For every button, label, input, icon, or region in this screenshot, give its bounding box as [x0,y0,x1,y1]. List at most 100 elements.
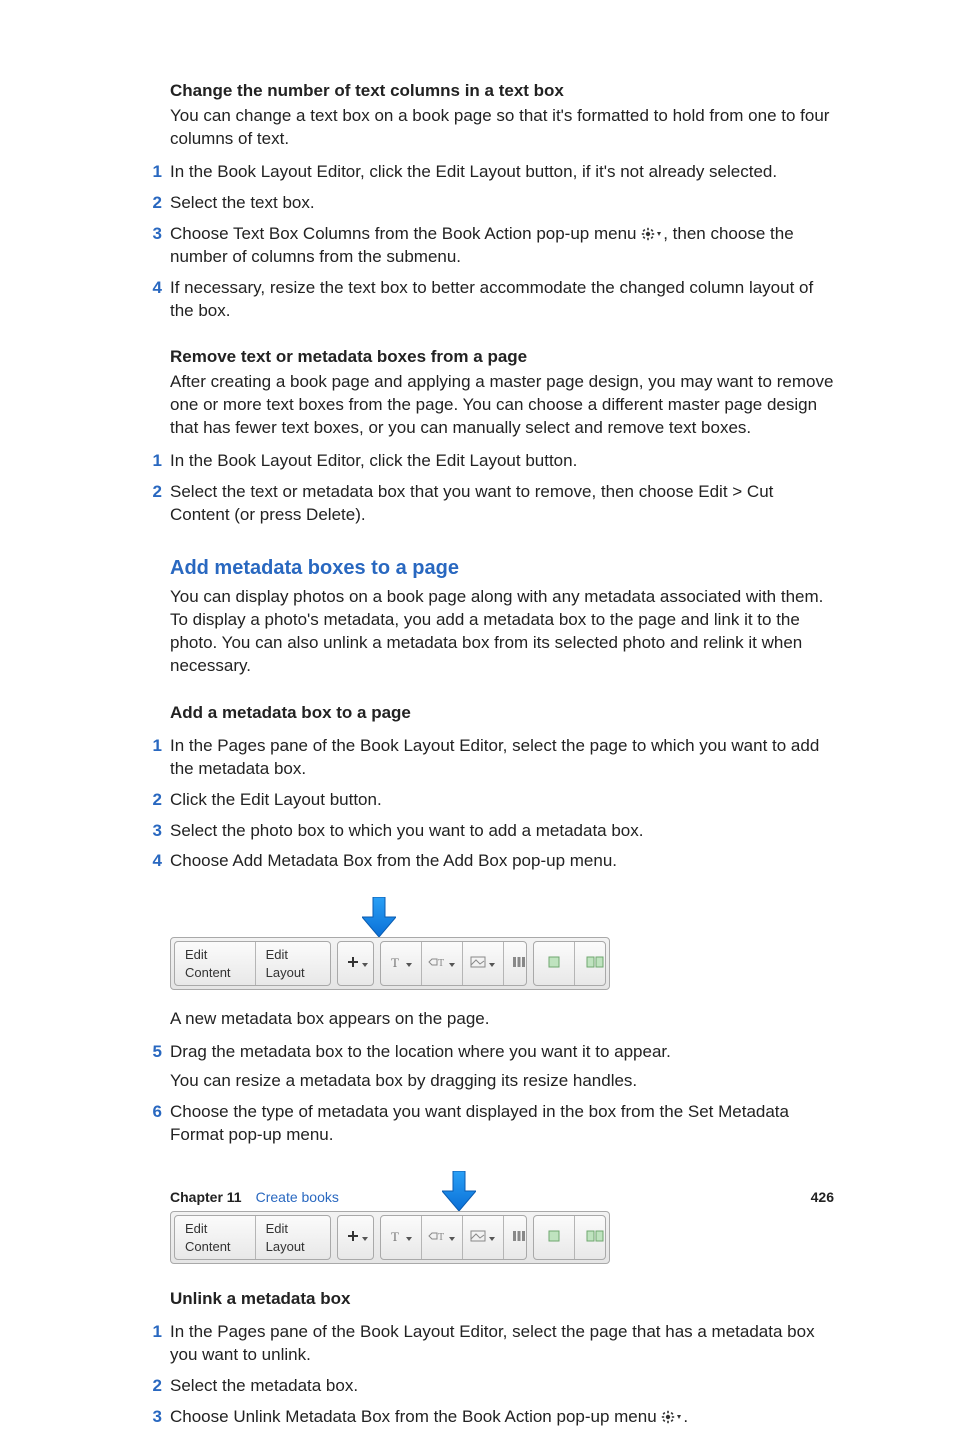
step-text-pre: Choose Unlink Metadata Box from the Book… [170,1407,661,1426]
step-text: Drag the metadata box to the location wh… [170,1042,671,1061]
tag-text-icon: T [428,1229,446,1247]
add-box-button[interactable] [338,1216,374,1259]
text-style-button[interactable]: T [381,942,422,985]
button-label: Edit Layout [266,1220,320,1255]
task1-heading: Change the number of text columns in a t… [170,80,834,103]
style-segment: T T [380,941,528,986]
chevron-down-icon [406,963,412,967]
step-text: Choose Add Metadata Box from the Add Box… [170,851,617,870]
svg-text:T: T [391,1230,399,1242]
spread-page-button[interactable] [575,942,606,985]
task2-intro: After creating a book page and applying … [170,371,834,440]
task4-step: In the Pages pane of the Book Layout Edi… [138,1321,834,1367]
style-segment: T T [380,1215,528,1260]
text-icon: T [389,1229,403,1247]
task4-step: Select the metadata box. [138,1375,834,1398]
spread-icon [586,1229,604,1247]
chevron-down-icon [489,963,495,967]
step-subtext: You can resize a metadata box by draggin… [170,1070,834,1093]
step-text: In the Pages pane of the Book Layout Edi… [170,1322,815,1364]
edit-layout-button[interactable]: Edit Layout [256,942,330,985]
page-footer: Chapter 11 Create books 426 [170,1188,834,1207]
task3-heading: Add a metadata box to a page [170,702,834,725]
mode-segment: Edit Content Edit Layout [174,941,331,986]
columns-icon [512,1229,526,1247]
columns-icon [512,955,526,973]
task1-step: Select the text box. [138,192,834,215]
edit-layout-button[interactable]: Edit Layout [256,1216,330,1259]
svg-text:T: T [438,958,444,968]
page-number: 426 [811,1188,834,1207]
step-text: Select the text box. [170,193,315,212]
step-text: Select the metadata box. [170,1376,358,1395]
add-box-segment [337,941,374,986]
chevron-down-icon [406,1237,412,1241]
toolbar-figure-2: Edit Content Edit Layout T T [170,1171,610,1264]
tag-text-icon: T [428,955,446,973]
task1-step: Choose Text Box Columns from the Book Ac… [138,223,834,269]
task3-step: In the Pages pane of the Book Layout Edi… [138,735,834,781]
callout-arrow-icon [362,897,396,937]
book-action-button[interactable] [504,1216,528,1259]
svg-text:T: T [438,1232,444,1242]
task3-step: Choose Add Metadata Box from the Add Box… [138,850,834,873]
task3-step: Drag the metadata box to the location wh… [138,1041,834,1093]
step-text: Select the photo box to which you want t… [170,821,643,840]
metadata-format-button[interactable]: T [422,942,463,985]
step-text: Select the text or metadata box that you… [170,482,773,524]
single-page-button[interactable] [534,942,575,985]
task2-steps: In the Book Layout Editor, click the Edi… [170,450,834,527]
add-box-button[interactable] [338,942,374,985]
section-heading: Add metadata boxes to a page [170,555,834,582]
task3-step: Click the Edit Layout button. [138,789,834,812]
task3-steps-b: Drag the metadata box to the location wh… [170,1041,834,1147]
task3-steps-a: In the Pages pane of the Book Layout Edi… [170,735,834,874]
editor-toolbar: Edit Content Edit Layout T T [170,1211,610,1264]
step-text: In the Book Layout Editor, click the Edi… [170,451,577,470]
spread-icon [586,955,604,973]
page-segment [533,941,606,986]
section-intro: You can display photos on a book page al… [170,586,834,678]
document-page: Change the number of text columns in a t… [0,0,954,1265]
gear-icon [661,1410,683,1424]
svg-text:T: T [391,956,399,968]
task3-step: Select the photo box to which you want t… [138,820,834,843]
gear-icon [641,227,663,241]
task1-intro: You can change a text box on a book page… [170,105,834,151]
edit-content-button[interactable]: Edit Content [175,1216,256,1259]
text-icon: T [389,955,403,973]
edit-content-button[interactable]: Edit Content [175,942,256,985]
page-icon [547,1229,561,1247]
single-page-button[interactable] [534,1216,575,1259]
photo-filter-button[interactable] [463,1216,504,1259]
task1-step: In the Book Layout Editor, click the Edi… [138,161,834,184]
photo-filter-button[interactable] [463,942,504,985]
chevron-down-icon [449,1237,455,1241]
step-text-post: . [683,1407,688,1426]
editor-toolbar: Edit Content Edit Layout T T [170,937,610,990]
chevron-down-icon [489,1237,495,1241]
button-label: Edit Layout [266,946,320,981]
image-icon [470,1229,486,1247]
page-segment [533,1215,606,1260]
task4-step: Choose Unlink Metadata Box from the Book… [138,1406,834,1429]
image-icon [470,955,486,973]
book-action-button[interactable] [504,942,528,985]
step-text: If necessary, resize the text box to bet… [170,278,813,320]
task3-after-fig: A new metadata box appears on the page. [170,1008,834,1031]
chapter-label: Chapter 11 [170,1188,242,1207]
task1-step: If necessary, resize the text box to bet… [138,277,834,323]
chevron-down-icon [449,963,455,967]
metadata-format-button[interactable]: T [422,1216,463,1259]
task2-step: In the Book Layout Editor, click the Edi… [138,450,834,473]
button-label: Edit Content [185,1220,245,1255]
step-text: Choose the type of metadata you want dis… [170,1102,789,1144]
task3-step: Choose the type of metadata you want dis… [138,1101,834,1147]
text-style-button[interactable]: T [381,1216,422,1259]
plus-icon [347,1229,359,1247]
spread-page-button[interactable] [575,1216,606,1259]
task4-heading: Unlink a metadata box [170,1288,834,1311]
task2-heading: Remove text or metadata boxes from a pag… [170,346,834,369]
chevron-down-icon [362,963,368,967]
mode-segment: Edit Content Edit Layout [174,1215,331,1260]
